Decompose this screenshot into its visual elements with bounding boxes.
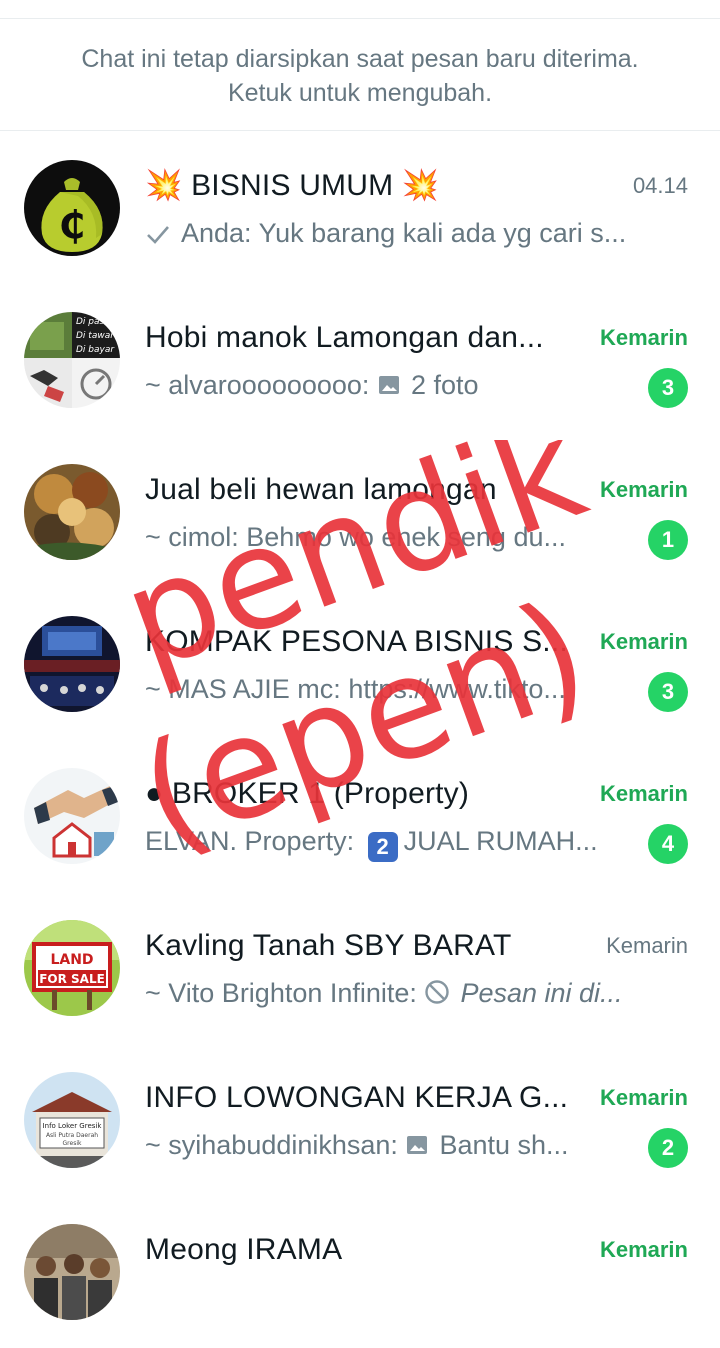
chat-row-info-lowongan[interactable]: Info Loker Gresik Asli Putra Daerah Gres… — [0, 1044, 720, 1196]
preview-text: JUAL RUMAH... — [403, 826, 598, 856]
preview-sender: ~ alvarooooooooo: — [145, 370, 377, 400]
preview-text: Pesan ini di... — [460, 978, 623, 1008]
chat-name: INFO LOWONGAN KERJA G... — [145, 1081, 569, 1114]
chat-avatar[interactable]: LAND FOR SALE — [24, 920, 120, 1016]
chat-preview: ~ cimol: Behmo wo enek seng du... — [145, 520, 625, 554]
avatar-text-1: Di pasar — [76, 317, 115, 327]
avatar-info-text-2: Asli Putra Daerah — [46, 1132, 98, 1139]
preview-text: 2 foto — [410, 370, 479, 400]
avatar-sign-text-1: LAND — [50, 952, 93, 968]
handshake-house-icon — [24, 768, 120, 864]
chat-name: KOMPAK PESONA BISNIS S... — [145, 625, 568, 658]
svg-text:₵: ₵ — [59, 203, 85, 247]
preview-text: Behmo wo enek seng du... — [246, 522, 566, 552]
building-photo-icon: Info Loker Gresik Asli Putra Daerah Gres… — [24, 1072, 120, 1168]
chat-row-broker-property[interactable]: ● BROKER 1 (Property) Kemarin ELVAN. Pro… — [0, 740, 720, 892]
chat-avatar[interactable]: ₵ — [24, 160, 120, 256]
chat-name: Hobi manok Lamongan dan... — [145, 321, 544, 354]
chat-name: Kavling Tanah SBY BARAT — [145, 929, 512, 962]
chat-row-bisnis-umum[interactable]: ₵ 💥 BISNIS UMUM 💥 04.14 Anda: Yuk barang… — [0, 132, 720, 284]
preview-text: https://www.tikto... — [348, 674, 566, 704]
money-bag-icon: ₵ — [24, 160, 120, 256]
keycap-emoji: 2 — [367, 832, 398, 862]
avatar-info-text-1: Info Loker Gresik — [43, 1122, 103, 1130]
avatar-info-text-3: Gresik — [63, 1140, 82, 1147]
top-divider — [0, 18, 720, 19]
preview-text: Bantu sh... — [439, 1130, 569, 1160]
avatar-text-2: Di tawar — [76, 331, 115, 341]
check-icon — [147, 226, 169, 244]
chat-row-meong-irama[interactable]: Meong IRAMA Kemarin — [0, 1196, 720, 1348]
chat-preview: ELVAN. Property: 2 JUAL RUMAH... — [145, 824, 625, 862]
chat-avatar[interactable] — [24, 464, 120, 560]
deleted-message-icon — [425, 980, 450, 1004]
chat-time: Kemarin — [599, 1085, 688, 1110]
chat-time: 04.14 — [632, 173, 688, 198]
archive-note-line-2: Ketuk untuk mengubah. — [227, 79, 493, 107]
event-hall-icon — [24, 616, 120, 712]
chat-row-jual-beli-hewan[interactable]: Jual beli hewan lamongan Kemarin ~ cimol… — [0, 436, 720, 588]
chat-time: Kemarin — [599, 1237, 688, 1262]
preview-sender: ELVAN. Property: — [145, 826, 362, 856]
chat-avatar[interactable] — [24, 1224, 120, 1320]
chat-time: Kemarin — [599, 325, 688, 350]
archive-settings-note[interactable]: Chat ini tetap diarsipkan saat pesan bar… — [0, 42, 720, 110]
photo-icon — [407, 1136, 428, 1154]
chat-preview: ~ syihabuddinikhsan: Bantu sh... — [145, 1128, 625, 1162]
preview-sender: ~ syihabuddinikhsan: — [145, 1130, 406, 1160]
preview-sender: ~ Vito Brighton Infinite: — [145, 978, 425, 1008]
chat-row-kavling-tanah[interactable]: LAND FOR SALE Kavling Tanah SBY BARAT Ke… — [0, 892, 720, 1044]
chat-avatar[interactable]: Info Loker Gresik Asli Putra Daerah Gres… — [24, 1072, 120, 1168]
chat-time: Kemarin — [599, 629, 688, 654]
preview-sender: ~ cimol: — [145, 522, 247, 552]
chat-time: Kemarin — [599, 477, 688, 502]
unread-count-badge: 4 — [648, 824, 688, 864]
chat-preview: ~ alvarooooooooo: 2 foto — [145, 368, 625, 402]
group-people-photo-icon — [24, 1224, 120, 1320]
avatar-sign-text-2: FOR SALE — [39, 972, 105, 986]
chat-name: Meong IRAMA — [145, 1233, 343, 1266]
chat-time: Kemarin — [606, 933, 688, 958]
group-photo-icon: Di pasar Di tawar Di bayar — [24, 312, 120, 408]
chat-avatar[interactable] — [24, 768, 120, 864]
unread-count-badge: 1 — [648, 520, 688, 560]
chat-name: ● BROKER 1 (Property) — [145, 777, 470, 810]
unread-count-badge: 2 — [648, 1128, 688, 1168]
archived-chat-list: ₵ 💥 BISNIS UMUM 💥 04.14 Anda: Yuk barang… — [0, 132, 720, 1348]
land-for-sale-sign-icon: LAND FOR SALE — [24, 920, 120, 1016]
chat-time: Kemarin — [599, 781, 688, 806]
chat-preview: Anda: Yuk barang kali ada yg cari s... — [145, 216, 670, 250]
preview-sender: ~ MAS AJIE mc: — [145, 674, 349, 704]
preview-sender: Anda: — [181, 218, 259, 248]
avatar-text-3: Di bayar — [76, 345, 115, 355]
chat-avatar[interactable]: Di pasar Di tawar Di bayar — [24, 312, 120, 408]
chat-name: 💥 BISNIS UMUM 💥 — [145, 169, 440, 202]
preview-text: Yuk barang kali ada yg cari s... — [258, 218, 627, 248]
chat-name: Jual beli hewan lamongan — [145, 473, 497, 506]
animals-collage-icon — [24, 464, 120, 560]
unread-count-badge: 3 — [648, 368, 688, 408]
chat-avatar[interactable] — [24, 616, 120, 712]
chat-row-hobi-manok[interactable]: Di pasar Di tawar Di bayar Hobi manok La… — [0, 284, 720, 436]
section-divider — [0, 130, 720, 131]
chat-row-kompak-pesona[interactable]: KOMPAK PESONA BISNIS S... Kemarin ~ MAS … — [0, 588, 720, 740]
unread-count-badge: 3 — [648, 672, 688, 712]
chat-preview: ~ MAS AJIE mc: https://www.tikto... — [145, 672, 625, 706]
chat-preview: ~ Vito Brighton Infinite: Pesan ini di..… — [145, 976, 670, 1010]
photo-icon — [378, 376, 399, 394]
archive-note-line-1: Chat ini tetap diarsipkan saat pesan bar… — [81, 45, 639, 73]
